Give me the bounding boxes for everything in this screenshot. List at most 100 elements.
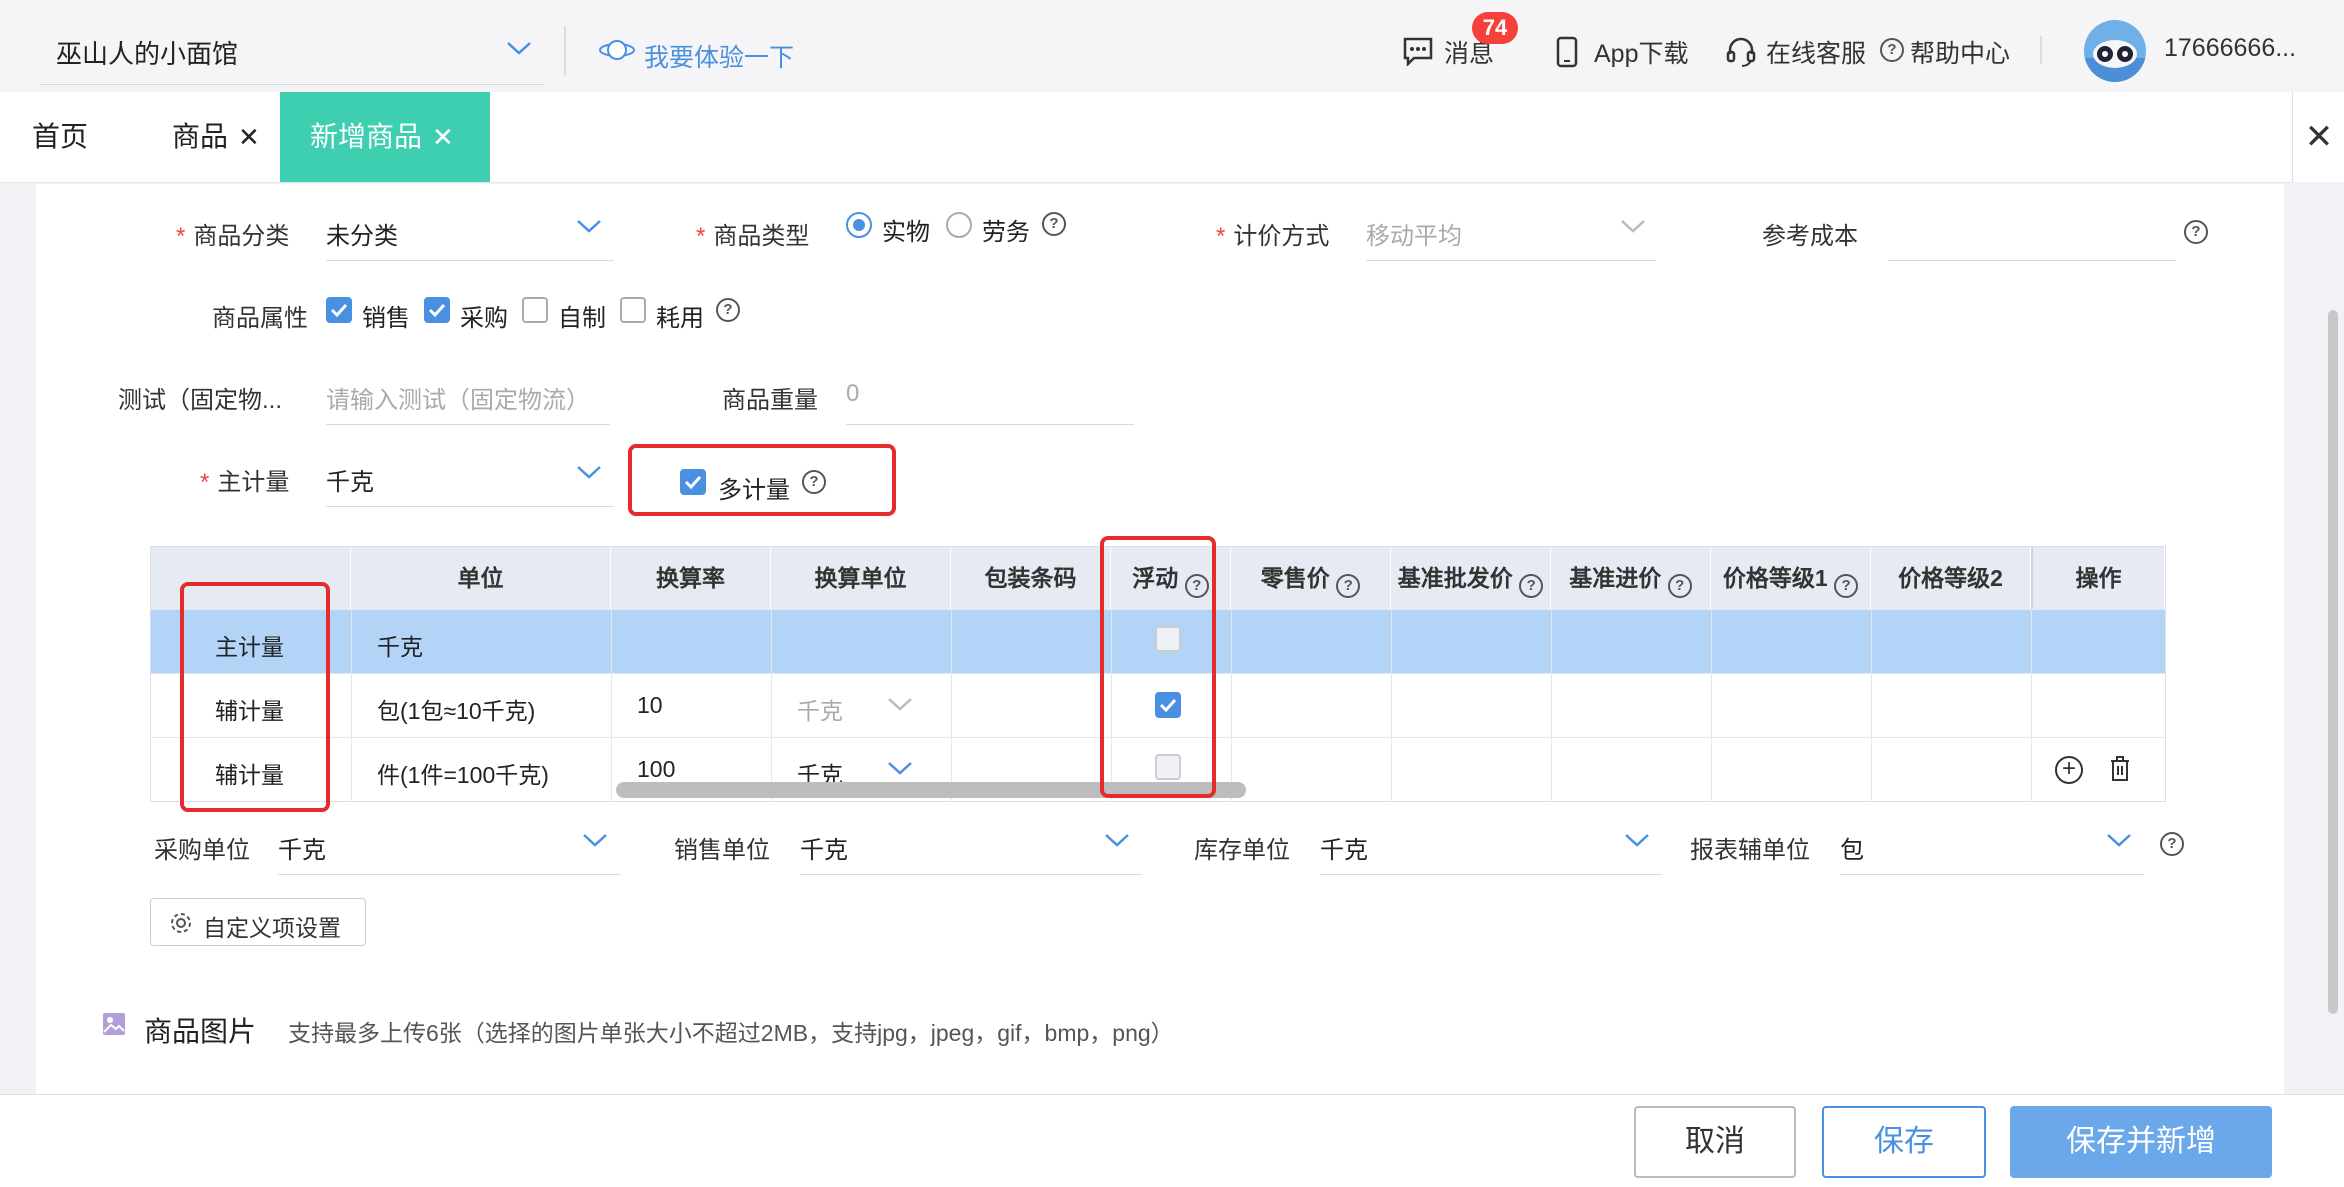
close-icon[interactable]: ✕	[432, 122, 454, 152]
category-label-text: 商品分类	[193, 223, 290, 250]
row-unit[interactable]: 包(1包≈10千克)	[377, 692, 535, 726]
store-select[interactable]: 巫山人的小面馆	[56, 34, 238, 71]
attr-label: 商品属性	[212, 305, 308, 332]
tab-bar: 首页 商品 ✕ 新增商品 ✕	[0, 92, 2292, 183]
help-icon[interactable]: ?	[1519, 574, 1544, 598]
row-unit[interactable]: 件(1件=100千克)	[377, 756, 549, 790]
store-select-underline	[40, 84, 544, 85]
custom-settings-label: 自定义项设置	[203, 915, 341, 941]
chevron-down-icon[interactable]	[506, 40, 532, 56]
checkbox-selfmade[interactable]	[522, 297, 548, 323]
test-input[interactable]: 请输入测试（固定物流）	[326, 380, 590, 415]
close-all-tabs-icon[interactable]: ✕	[2292, 92, 2344, 182]
try-demo-link[interactable]: 我要体验一下	[644, 38, 794, 74]
user-phone[interactable]: 17666666...	[2164, 34, 2296, 63]
tab-new-product[interactable]: 新增商品 ✕	[280, 92, 490, 182]
trash-icon[interactable]	[2109, 756, 2131, 782]
app-download-link[interactable]: App下载	[1594, 34, 1688, 70]
chevron-down-icon[interactable]	[887, 760, 913, 776]
help-icon[interactable]: ?	[1880, 38, 1904, 62]
chevron-down-icon[interactable]	[1104, 832, 1130, 848]
column-header: 换算率	[611, 547, 771, 609]
radio-service[interactable]	[946, 212, 972, 238]
pricing-underline	[1366, 260, 1656, 261]
help-icon[interactable]: ?	[802, 470, 826, 494]
multi-unit-label: 多计量	[718, 477, 790, 504]
required-mark: *	[200, 469, 210, 496]
custom-settings-button[interactable]: 自定义项设置	[150, 898, 366, 946]
phone-icon[interactable]	[1556, 36, 1578, 68]
row-rate[interactable]: 10	[637, 692, 663, 719]
main-unit-label: * 主计量	[200, 462, 289, 497]
grid-line	[2031, 609, 2032, 801]
footer-bar	[0, 1094, 2344, 1187]
tab-products[interactable]: 商品 ✕	[172, 92, 260, 182]
sales-unit-underline	[800, 874, 1142, 875]
close-icon[interactable]: ✕	[238, 122, 260, 152]
checkbox-consume[interactable]	[620, 297, 646, 323]
online-service-link[interactable]: 在线客服	[1766, 34, 1866, 70]
checkbox-purchase[interactable]	[424, 297, 450, 323]
message-icon[interactable]	[1402, 36, 1434, 66]
image-icon	[103, 1013, 125, 1035]
column-header-level1: 价格等级1 ?	[1711, 547, 1871, 609]
report-unit-select[interactable]: 包	[1840, 830, 1864, 865]
chevron-down-icon	[1621, 220, 1645, 233]
row-unit: 千克	[377, 634, 423, 660]
grid-line	[351, 609, 352, 801]
chevron-down-icon[interactable]	[576, 464, 602, 480]
purchase-unit-underline	[278, 874, 620, 875]
save-button[interactable]: 保存	[1822, 1106, 1986, 1178]
cancel-button[interactable]: 取消	[1634, 1106, 1796, 1178]
chevron-down-icon[interactable]	[582, 832, 608, 848]
column-header: 换算单位	[771, 547, 951, 609]
message-count-badge: 74	[1472, 12, 1518, 44]
help-icon[interactable]: ?	[716, 298, 740, 322]
checkbox-sales[interactable]	[326, 297, 352, 323]
highlight-unit-type-column	[180, 582, 330, 812]
planet-icon[interactable]	[598, 36, 636, 64]
grid-line	[1551, 609, 1552, 801]
grid-line	[771, 609, 772, 801]
ref-cost-input[interactable]	[1888, 260, 2176, 261]
column-header-text: 价格等级1	[1722, 565, 1828, 591]
checkbox-multi-unit[interactable]	[680, 469, 706, 495]
pricing-method-label: * 计价方式	[1216, 216, 1329, 251]
row-rate[interactable]: 100	[637, 756, 675, 783]
radio-physical-label: 实物	[882, 219, 930, 246]
help-icon[interactable]: ?	[1834, 574, 1859, 598]
radio-physical[interactable]	[846, 212, 872, 238]
help-icon[interactable]: ?	[2184, 220, 2208, 244]
tab-home[interactable]: 首页	[32, 92, 88, 182]
help-icon[interactable]: ?	[2160, 832, 2184, 856]
divider	[564, 26, 566, 76]
stock-unit-underline	[1320, 874, 1662, 875]
chevron-down-icon[interactable]	[576, 218, 602, 234]
checkbox-purchase-label: 采购	[460, 305, 508, 332]
grid-line	[1391, 609, 1392, 801]
required-mark: *	[1216, 223, 1226, 250]
category-select[interactable]: 未分类	[326, 216, 398, 251]
add-row-icon[interactable]: +	[2055, 756, 2083, 784]
weight-input[interactable]: 0	[846, 380, 859, 408]
help-icon[interactable]: ?	[1336, 574, 1361, 598]
chevron-down-icon[interactable]	[2106, 832, 2132, 848]
divider	[2040, 36, 2042, 64]
column-header: 操作	[2031, 547, 2165, 609]
headset-icon[interactable]	[1726, 36, 1756, 68]
purchase-unit-select[interactable]: 千克	[278, 830, 326, 865]
column-header-text: 零售价	[1260, 565, 1330, 591]
stock-unit-select[interactable]: 千克	[1320, 830, 1368, 865]
main-unit-select[interactable]: 千克	[326, 462, 374, 497]
save-and-new-button[interactable]: 保存并新增	[2010, 1106, 2272, 1178]
category-underline	[326, 260, 614, 261]
vertical-scrollbar[interactable]	[2328, 310, 2338, 1014]
sales-unit-select[interactable]: 千克	[800, 830, 848, 865]
chevron-down-icon[interactable]	[1624, 832, 1650, 848]
help-icon[interactable]: ?	[1042, 212, 1066, 236]
help-icon[interactable]: ?	[1667, 574, 1692, 598]
pricing-method-select: 移动平均	[1366, 223, 1462, 250]
avatar[interactable]	[2084, 20, 2146, 82]
grid-line	[951, 609, 952, 801]
help-center-link[interactable]: 帮助中心	[1910, 34, 2010, 70]
